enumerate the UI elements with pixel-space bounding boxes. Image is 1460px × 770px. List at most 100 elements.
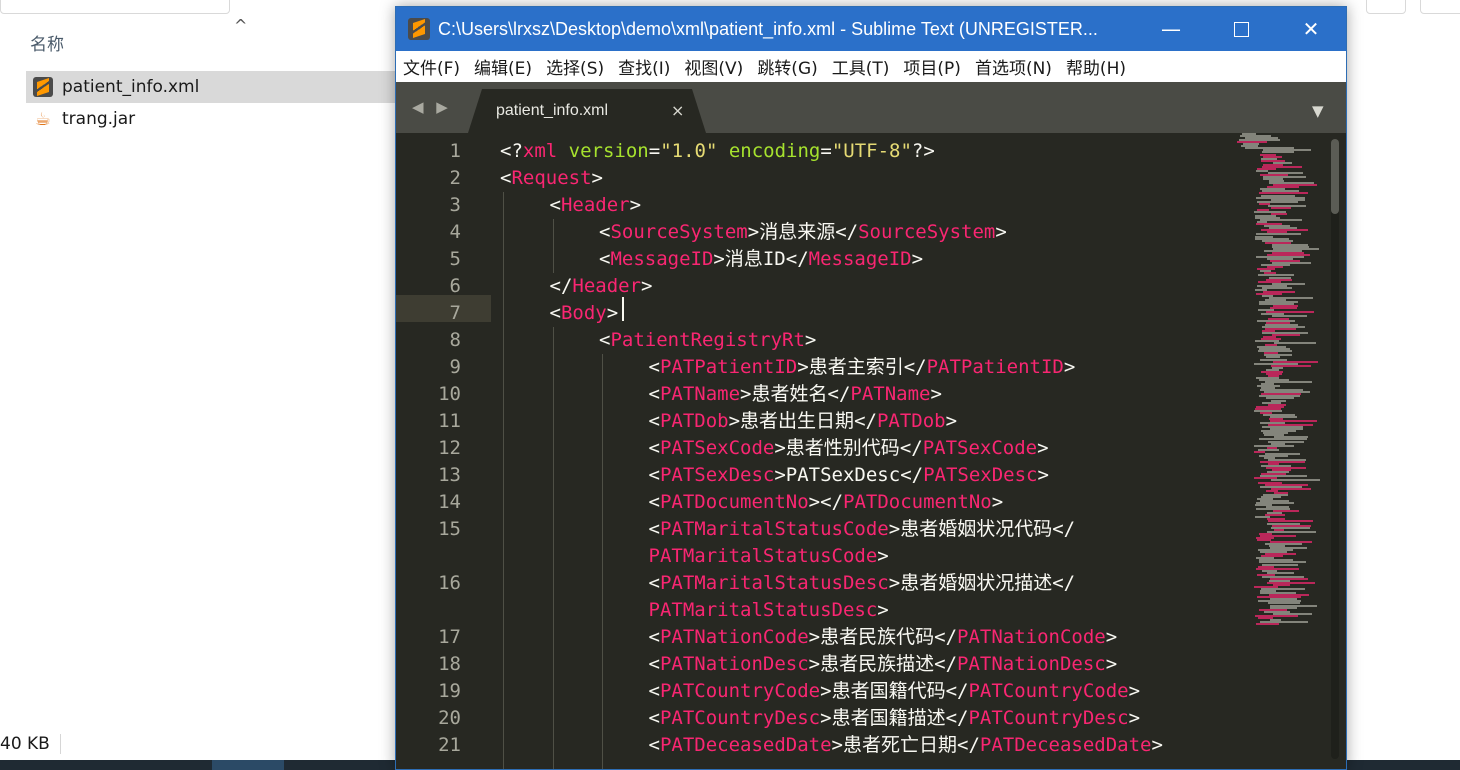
bracket: > xyxy=(877,599,889,621)
bracket: </ xyxy=(900,464,924,486)
xml-tag-name: Header xyxy=(572,275,642,297)
menu-project[interactable]: 项目(P) xyxy=(903,54,961,79)
column-header-name[interactable]: 名称 xyxy=(30,30,64,55)
menu-selection[interactable]: 选择(S) xyxy=(546,54,604,79)
menu-find[interactable]: 查找(I) xyxy=(618,54,670,79)
xml-attr-value: "UTF-8" xyxy=(831,140,912,162)
file-row-patient-info[interactable]: patient_info.xml xyxy=(26,71,396,103)
code-line: <?xml version="1.0" encoding="UTF-8"?> xyxy=(500,138,935,165)
minimap-line xyxy=(1266,530,1316,533)
code-editor[interactable]: 1 2 3 4 5 6 7 8 9 10 11 12 13 14 15 16 17 18 19 20 21 <?xml … xyxy=(396,133,1346,769)
menu-help[interactable]: 帮助(H) xyxy=(1066,54,1126,79)
xml-tag-name: PATDocumentNo xyxy=(659,491,809,513)
menu-bar: 文件(F) 编辑(E) 选择(S) 查找(I) 视图(V) 跳转(G) 工具(T… xyxy=(396,51,1346,82)
menu-view[interactable]: 视图(V) xyxy=(684,54,743,79)
line-number: 13 xyxy=(438,464,461,486)
line-number: 18 xyxy=(438,653,461,675)
xml-tag-name: PATNationDesc xyxy=(659,653,809,675)
title-bar[interactable]: C:\Users\lrxsz\Desktop\demo\xml\patient_… xyxy=(396,7,1346,51)
bracket: > xyxy=(877,545,889,567)
xml-text-content: 患者性别代码 xyxy=(785,437,900,459)
tab-list-dropdown-icon[interactable]: ▼ xyxy=(1312,102,1324,120)
scrollbar-thumb[interactable] xyxy=(1331,139,1339,214)
bracket: > xyxy=(820,680,832,702)
bracket: </ xyxy=(785,248,809,270)
line-number: 4 xyxy=(449,221,461,243)
equals: = xyxy=(648,140,661,162)
bracket: </ xyxy=(854,410,877,432)
menu-edit[interactable]: 编辑(E) xyxy=(474,54,532,79)
bracket: > xyxy=(808,653,821,675)
vertical-scrollbar[interactable] xyxy=(1331,139,1339,759)
bracket: < xyxy=(648,680,660,702)
taskbar-active-app[interactable] xyxy=(212,760,284,770)
sublime-app-icon xyxy=(408,18,430,40)
bracket: > xyxy=(820,707,832,729)
close-button[interactable]: ✕ xyxy=(1276,7,1346,51)
menu-goto[interactable]: 跳转(G) xyxy=(757,54,817,79)
xml-text-content: 患者民族代码 xyxy=(820,626,935,648)
bracket: </ xyxy=(820,491,844,513)
xml-decl-close: ?> xyxy=(911,140,935,162)
bracket: > xyxy=(1151,734,1163,756)
bracket: > xyxy=(808,491,821,513)
xml-tag-name: PATCountryCode xyxy=(659,680,821,702)
code-line: <PATCountryCode>患者国籍代码</PATCountryCode> xyxy=(649,678,1141,705)
xml-text-content: 消息来源 xyxy=(759,221,836,243)
line-number: 3 xyxy=(449,194,461,216)
bracket: < xyxy=(648,437,660,459)
code-line: <MessageID>消息ID</MessageID> xyxy=(599,246,923,273)
xml-tag-name: SourceSystem xyxy=(858,221,996,243)
bracket: > xyxy=(728,410,741,432)
bracket: > xyxy=(995,221,1007,243)
minimap[interactable] xyxy=(1236,133,1330,769)
xml-tag-name: PATPatientID xyxy=(659,356,798,378)
bracket: < xyxy=(648,707,660,729)
explorer-search-box[interactable] xyxy=(1420,0,1460,14)
sublime-text-window: C:\Users\lrxsz\Desktop\demo\xml\patient_… xyxy=(395,6,1347,770)
indent-guide xyxy=(503,192,504,769)
code-line: <PATName>患者姓名</PATName> xyxy=(649,381,942,408)
bracket: < xyxy=(648,383,660,405)
bracket: </ xyxy=(827,383,851,405)
bracket: < xyxy=(549,302,561,324)
menu-preferences[interactable]: 首选项(N) xyxy=(975,54,1052,79)
bracket: > xyxy=(1105,626,1118,648)
xml-tag-name: PATMaritalStatusDesc xyxy=(659,572,889,594)
tab-nav-arrows-icon[interactable]: ◀ ▶ xyxy=(412,98,452,116)
bracket: </ xyxy=(903,356,927,378)
indent-guide xyxy=(552,219,554,273)
maximize-icon xyxy=(1233,21,1249,37)
menu-file[interactable]: 文件(F) xyxy=(403,54,460,79)
minimap-line xyxy=(1260,461,1306,463)
file-name: trang.jar xyxy=(62,109,136,129)
bracket: </ xyxy=(945,680,969,702)
status-divider xyxy=(60,734,61,754)
bracket: < xyxy=(648,653,660,675)
tab-close-icon[interactable]: × xyxy=(671,101,684,120)
bracket: > xyxy=(591,167,603,189)
bracket: > xyxy=(930,383,942,405)
minimap-line xyxy=(1270,307,1297,310)
minimize-icon: — xyxy=(1161,17,1181,41)
minimap-line xyxy=(1255,169,1268,172)
bracket: > xyxy=(774,437,786,459)
maximize-button[interactable] xyxy=(1206,7,1276,51)
minimize-button[interactable]: — xyxy=(1136,7,1206,51)
code-line: <PATDeceasedDate>患者死亡日期</PATDeceasedDate… xyxy=(649,732,1163,759)
close-icon: ✕ xyxy=(1302,17,1320,41)
code-line: <Header> xyxy=(550,192,642,219)
xml-tag-name: PATDeceasedDate xyxy=(659,734,832,756)
menu-tools[interactable]: 工具(T) xyxy=(832,54,890,79)
explorer-refresh-button[interactable] xyxy=(1366,0,1406,14)
bracket: </ xyxy=(934,653,958,675)
file-row-trang-jar[interactable]: ☕ trang.jar xyxy=(26,103,396,135)
line-number: 11 xyxy=(438,410,461,432)
code-line: </Header> xyxy=(550,273,653,300)
tab-label[interactable]: patient_info.xml xyxy=(496,102,608,120)
xml-tag-name: PATCountryDesc xyxy=(659,707,821,729)
explorer-address-segment[interactable] xyxy=(0,0,230,14)
line-number: 21 xyxy=(438,734,461,756)
line-number: 2 xyxy=(449,167,461,189)
xml-tag-name: PATNationCode xyxy=(957,626,1106,648)
